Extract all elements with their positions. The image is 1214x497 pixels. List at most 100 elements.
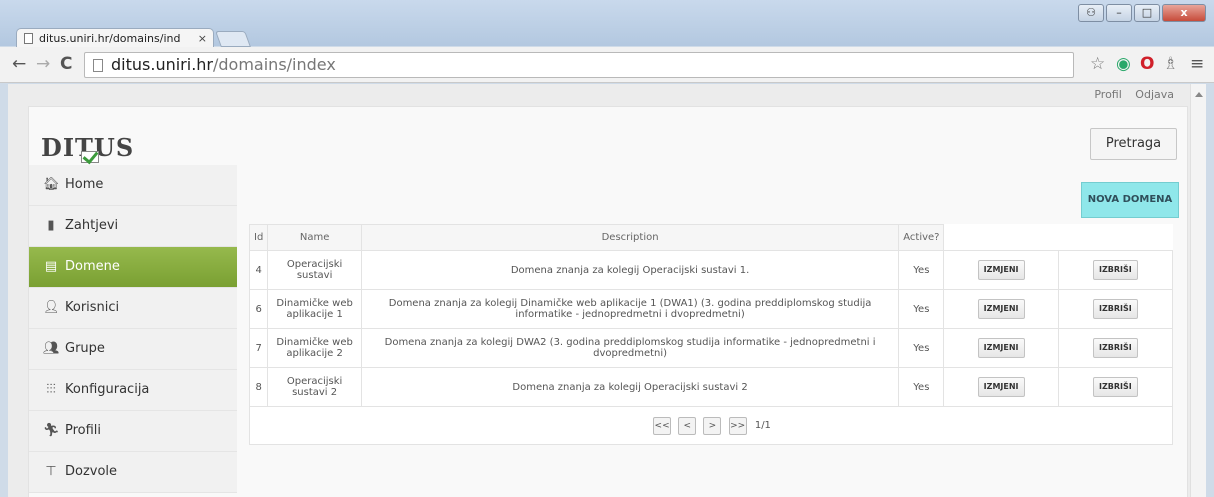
top-links: Profil Odjava [1084, 88, 1174, 101]
cell-active: Yes [898, 328, 945, 368]
cell-id: 4 [248, 250, 269, 290]
delete-button[interactable]: IZBRIŠI [1092, 299, 1138, 319]
page-viewport: Profil Odjava DITUS Pretraga 🏠︎ Home ▮ Zaht… [8, 84, 1206, 497]
table-header-row: Id Name Description Active? [248, 224, 1173, 251]
sidebar-item-korisnici[interactable]: 👤︎ Korisnici [29, 288, 237, 329]
tab-close-icon[interactable]: × [198, 29, 207, 48]
url-host: ditus.uniri.hr [111, 55, 213, 74]
sidebar-item-label: Domene [65, 259, 120, 274]
prev-page-button[interactable]: < [678, 416, 697, 435]
delete-button[interactable]: IZBRIŠI [1092, 377, 1138, 397]
cell-edit: IZMJENI [943, 250, 1059, 290]
first-page-button[interactable]: << [653, 416, 672, 435]
window-user-icon[interactable]: ⚇ [1078, 4, 1104, 22]
address-bar[interactable]: ditus.uniri.hr/domains/index [84, 52, 1074, 78]
sidebar-item-domene[interactable]: ▤ Domene [29, 247, 237, 288]
new-domain-button[interactable]: NOVA DOMENA [1081, 182, 1179, 218]
sidebar-item-zahtjevi[interactable]: ▮ Zahtjevi [29, 206, 237, 247]
forward-button[interactable]: → [36, 55, 50, 73]
sidebar-item-label: Grupe [65, 341, 105, 356]
page-icon [93, 59, 103, 72]
edit-button[interactable]: IZMJENI [977, 338, 1025, 358]
table-row: 8 Operacijski sustavi 2 Domena znanja za k… [248, 367, 1174, 407]
sidebar-item-label: Korisnici [65, 300, 120, 315]
sidebar-item-label: Dozvole [65, 464, 118, 479]
search-button[interactable]: Pretraga [1090, 128, 1177, 160]
sidebar-item-label: Zahtjevi [65, 218, 119, 233]
extension-puzzle-icon[interactable]: ♗ [1163, 54, 1178, 74]
server-icon: ▤ [44, 259, 58, 274]
cell-id: 7 [248, 328, 269, 368]
header-description: Description [360, 224, 900, 251]
cell-active: Yes [898, 250, 945, 290]
sidebar-item-profili[interactable]: 🏃︎ Profili [29, 411, 237, 452]
url-path: /domains/index [213, 55, 336, 74]
last-page-button[interactable]: >> [728, 416, 747, 435]
sidebar-item-grupe[interactable]: 👥︎ Grupe [29, 329, 237, 370]
cell-delete: IZBRIŠI [1057, 367, 1174, 407]
table-row: 7 Dinamičke web aplikacije 2 Domena znanja… [248, 328, 1174, 368]
domains-table: Id Name Description Active? 4 Operacijski… [248, 224, 1174, 445]
maximize-button[interactable]: □ [1134, 4, 1160, 22]
cell-id: 6 [248, 289, 269, 329]
edit-button[interactable]: IZMJENI [977, 260, 1025, 280]
sliders-icon: ⫶⫶⫶ [46, 382, 56, 397]
extension-opera-icon[interactable]: O [1140, 54, 1154, 74]
sidebar-item-label: Home [65, 177, 104, 192]
scroll-up-arrow-icon[interactable] [1195, 92, 1203, 97]
edit-button[interactable]: IZMJENI [977, 299, 1025, 319]
back-button[interactable]: ← [12, 55, 26, 73]
person-icon: 🏃︎ [43, 423, 60, 438]
pager-row: << < > >> 1/1 [249, 406, 1173, 445]
clipboard-icon: ▮ [47, 218, 55, 233]
odjava-link[interactable]: Odjava [1135, 88, 1174, 101]
sidebar-item-label: Konfiguracija [65, 382, 150, 397]
cell-name: Dinamičke web aplikacije 2 [267, 328, 362, 368]
reload-button[interactable]: C [60, 55, 72, 73]
close-window-button[interactable]: x [1162, 4, 1206, 22]
next-page-button[interactable]: > [703, 416, 722, 435]
header-id: Id [248, 224, 269, 251]
cell-description: Domena znanja za kolegij Operacijski sus… [360, 250, 900, 290]
window-controls: ⚇ – □ x [1078, 4, 1206, 22]
tab-title: ditus.uniri.hr/domains/ind [39, 32, 181, 45]
sidebar-item-konfiguracija[interactable]: ⫶⫶⫶ Konfiguracija [29, 370, 237, 411]
profil-link[interactable]: Profil [1094, 88, 1121, 101]
sidebar-item-label: Profili [65, 423, 102, 438]
page-info: 1/1 [754, 420, 771, 431]
pager: << < > >> 1/1 [249, 406, 1173, 445]
delete-button[interactable]: IZBRIŠI [1092, 338, 1138, 358]
home-icon: 🏠︎ [43, 177, 60, 192]
sidebar-item-dozvole[interactable]: ⊤ Dozvole [29, 452, 237, 493]
cell-edit: IZMJENI [943, 289, 1059, 329]
browser-titlebar: ditus.uniri.hr/domains/ind × ⚇ – □ x [0, 0, 1214, 48]
browser-toolbar: ← → C ditus.uniri.hr/domains/index ☆ ◉ O… [0, 47, 1214, 83]
edit-button[interactable]: IZMJENI [977, 377, 1025, 397]
cell-name: Dinamičke web aplikacije 1 [267, 289, 362, 329]
cell-description: Domena znanja za kolegij Operacijski sus… [360, 367, 900, 407]
extension-green-icon[interactable]: ◉ [1116, 54, 1131, 74]
cell-active: Yes [898, 367, 945, 407]
cell-edit: IZMJENI [943, 367, 1059, 407]
browser-tab[interactable]: ditus.uniri.hr/domains/ind × [16, 28, 214, 48]
cell-description: Domena znanja za kolegij Dinamičke web a… [360, 289, 900, 329]
cell-name: Operacijski sustavi [267, 250, 362, 290]
table-row: 6 Dinamičke web aplikacije 1 Domena znanja… [248, 289, 1174, 329]
sidebar-nav: 🏠︎ Home ▮ Zahtjevi ▤ Domene 👤︎ Korisnici 👥︎ Grupe… [29, 165, 237, 493]
user-icon: 👤︎ [43, 300, 60, 315]
main-card: DITUS Pretraga 🏠︎ Home ▮ Zahtjevi ▤ Domene 👤︎ K… [28, 106, 1188, 497]
cell-active: Yes [898, 289, 945, 329]
minimize-button[interactable]: – [1106, 4, 1132, 22]
sidebar-item-home[interactable]: 🏠︎ Home [29, 165, 237, 206]
cell-delete: IZBRIŠI [1057, 328, 1174, 368]
delete-button[interactable]: IZBRIŠI [1092, 260, 1138, 280]
new-tab-button[interactable] [215, 31, 251, 47]
cell-edit: IZMJENI [943, 328, 1059, 368]
group-icon: 👥︎ [43, 341, 60, 356]
ditus-logo: DITUS [41, 133, 134, 163]
page-scrollbar[interactable] [1190, 84, 1206, 497]
bookmark-star-icon[interactable]: ☆ [1090, 54, 1105, 74]
cell-delete: IZBRIŠI [1057, 289, 1174, 329]
table-row: 4 Operacijski sustavi Domena znanja za kol… [248, 250, 1174, 290]
chrome-menu-icon[interactable]: ≡ [1190, 54, 1204, 74]
